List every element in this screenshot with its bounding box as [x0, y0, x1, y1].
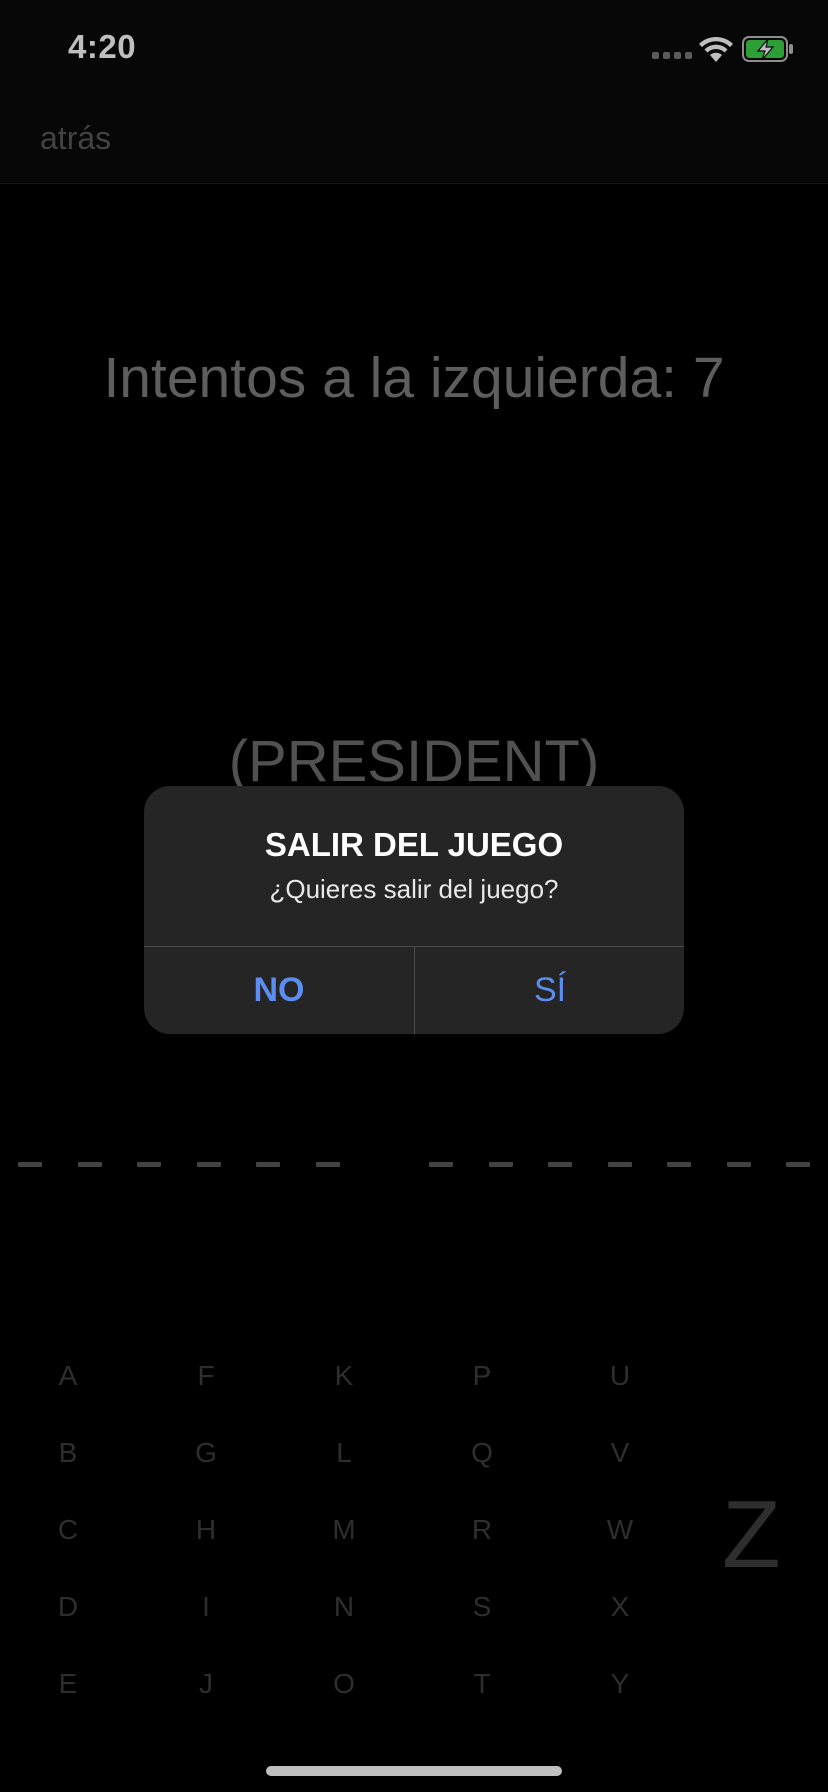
alert-title: SALIR DEL JUEGO — [264, 826, 564, 863]
alert-yes-button[interactable]: SÍ — [415, 947, 684, 1034]
exit-game-alert: SALIR DEL JUEGO ¿Quieres salir del juego… — [144, 786, 684, 1034]
alert-message: ¿Quieres salir del juego? — [269, 874, 559, 904]
alert-no-button[interactable]: NO — [144, 947, 414, 1034]
